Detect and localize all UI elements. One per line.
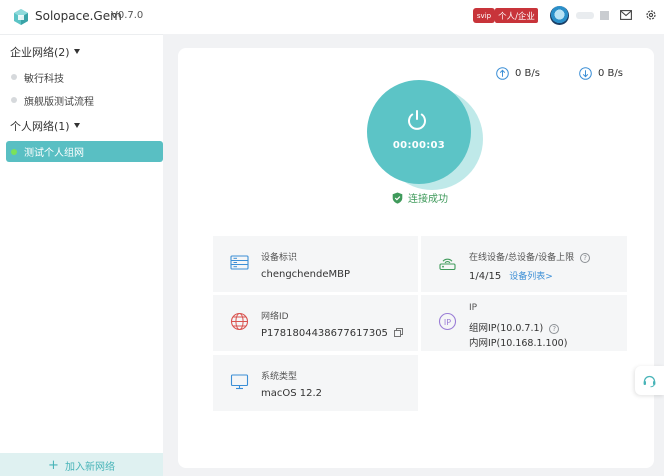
app-name: Solopace.Gem	[35, 9, 122, 23]
globe-icon	[230, 312, 249, 331]
ip-icon: IP	[438, 312, 457, 331]
ip-label: IP	[469, 303, 478, 313]
power-button-circle[interactable]	[367, 80, 471, 184]
upload-speed: 0 B/s	[496, 67, 540, 80]
connection-status-text: 连接成功	[408, 194, 448, 205]
caret-down-icon	[73, 49, 80, 54]
network-item-label: 旗舰版测试流程	[24, 96, 94, 108]
plus-icon: +	[48, 457, 59, 473]
app-version: V0.7.0	[111, 10, 144, 21]
network-id-row: P1781804438677617305	[261, 328, 403, 339]
upload-speed-value: 0 B/s	[515, 68, 540, 79]
download-speed-value: 0 B/s	[598, 68, 623, 79]
copy-icon[interactable]	[393, 328, 403, 337]
group-title-label: 个人网络(1)	[10, 120, 70, 133]
online-devices-card: 在线设备/总设备/设备上限? 1/4/15 设备列表>	[421, 236, 627, 292]
network-item[interactable]: 敏行科技	[0, 67, 163, 87]
username-redacted	[576, 12, 594, 19]
status-dot-icon	[11, 97, 17, 103]
group-enterprise-networks[interactable]: 企业网络(2)	[10, 44, 80, 60]
network-item[interactable]: 旗舰版测试流程	[0, 90, 163, 110]
device-list-link[interactable]: 设备列表>	[509, 272, 553, 282]
shield-check-icon	[392, 192, 403, 204]
svg-text:IP: IP	[444, 318, 451, 327]
lan-ip-value: 内网IP(10.168.1.100)	[469, 338, 568, 349]
online-devices-row: 1/4/15 设备列表>	[469, 269, 553, 282]
os-label: 系统类型	[261, 372, 298, 382]
online-devices-value: 1/4/15	[469, 271, 502, 282]
connection-timer: 00:00:03	[392, 140, 446, 151]
device-id-value: chengchendeMBP	[261, 269, 351, 280]
connection-status: 连接成功	[392, 190, 448, 205]
os-value: macOS 12.2	[261, 388, 323, 399]
headset-icon	[643, 375, 656, 388]
download-speed: 0 B/s	[579, 67, 623, 80]
help-icon[interactable]: ?	[580, 253, 591, 263]
network-id-value: P1781804438677617305	[261, 328, 388, 339]
app-logo-icon	[14, 9, 28, 25]
power-icon[interactable]	[405, 108, 429, 132]
mail-icon[interactable]	[620, 10, 632, 20]
caret-down-icon	[73, 123, 80, 128]
router-icon	[439, 258, 456, 271]
network-item-active[interactable]: 测试个人组网	[6, 141, 163, 162]
status-dot-icon	[11, 74, 17, 80]
title-bar: Solopace.Gem V0.7.0 svip 个人/企业	[0, 0, 664, 34]
group-ip-row: 组网IP(10.0.7.1)?	[469, 320, 560, 334]
add-network-label: 加入新网络	[64, 461, 115, 473]
upload-arrow-icon	[496, 67, 509, 80]
help-icon[interactable]: ?	[549, 324, 560, 334]
add-network-button[interactable]: + 加入新网络	[0, 453, 163, 476]
power-button[interactable]	[367, 80, 483, 192]
os-card: 系统类型 macOS 12.2	[213, 355, 418, 411]
online-devices-label-text: 在线设备/总设备/设备上限	[469, 253, 575, 263]
network-id-card: 网络ID P1781804438677617305	[213, 295, 418, 351]
vip-badge[interactable]: svip	[473, 8, 495, 23]
ip-card: IP IP 组网IP(10.0.7.1)? 内网IP(10.168.1.100)	[421, 295, 627, 351]
network-item-label: 敏行科技	[24, 73, 64, 85]
username-redacted-block	[600, 11, 609, 20]
monitor-icon	[230, 374, 249, 390]
download-arrow-icon	[579, 67, 592, 80]
avatar[interactable]	[550, 6, 569, 25]
customer-support-button[interactable]	[635, 366, 664, 395]
plan-badge[interactable]: 个人/企业	[495, 8, 538, 23]
network-item-label: 测试个人组网	[24, 148, 84, 159]
online-devices-label: 在线设备/总设备/设备上限?	[469, 250, 591, 263]
server-icon	[230, 255, 249, 270]
device-id-card: 设备标识 chengchendeMBP	[213, 236, 418, 292]
group-title-label: 企业网络(2)	[10, 46, 70, 59]
sidebar: 企业网络(2) 敏行科技 旗舰版测试流程 个人网络(1) 测试个人组网 + 加入…	[0, 34, 163, 476]
network-id-label: 网络ID	[261, 312, 289, 322]
group-ip-value: 组网IP(10.0.7.1)	[469, 323, 544, 334]
group-personal-networks[interactable]: 个人网络(1)	[10, 118, 80, 134]
device-id-label: 设备标识	[261, 253, 298, 263]
online-dot-icon	[11, 148, 17, 155]
gear-icon[interactable]	[645, 9, 657, 21]
